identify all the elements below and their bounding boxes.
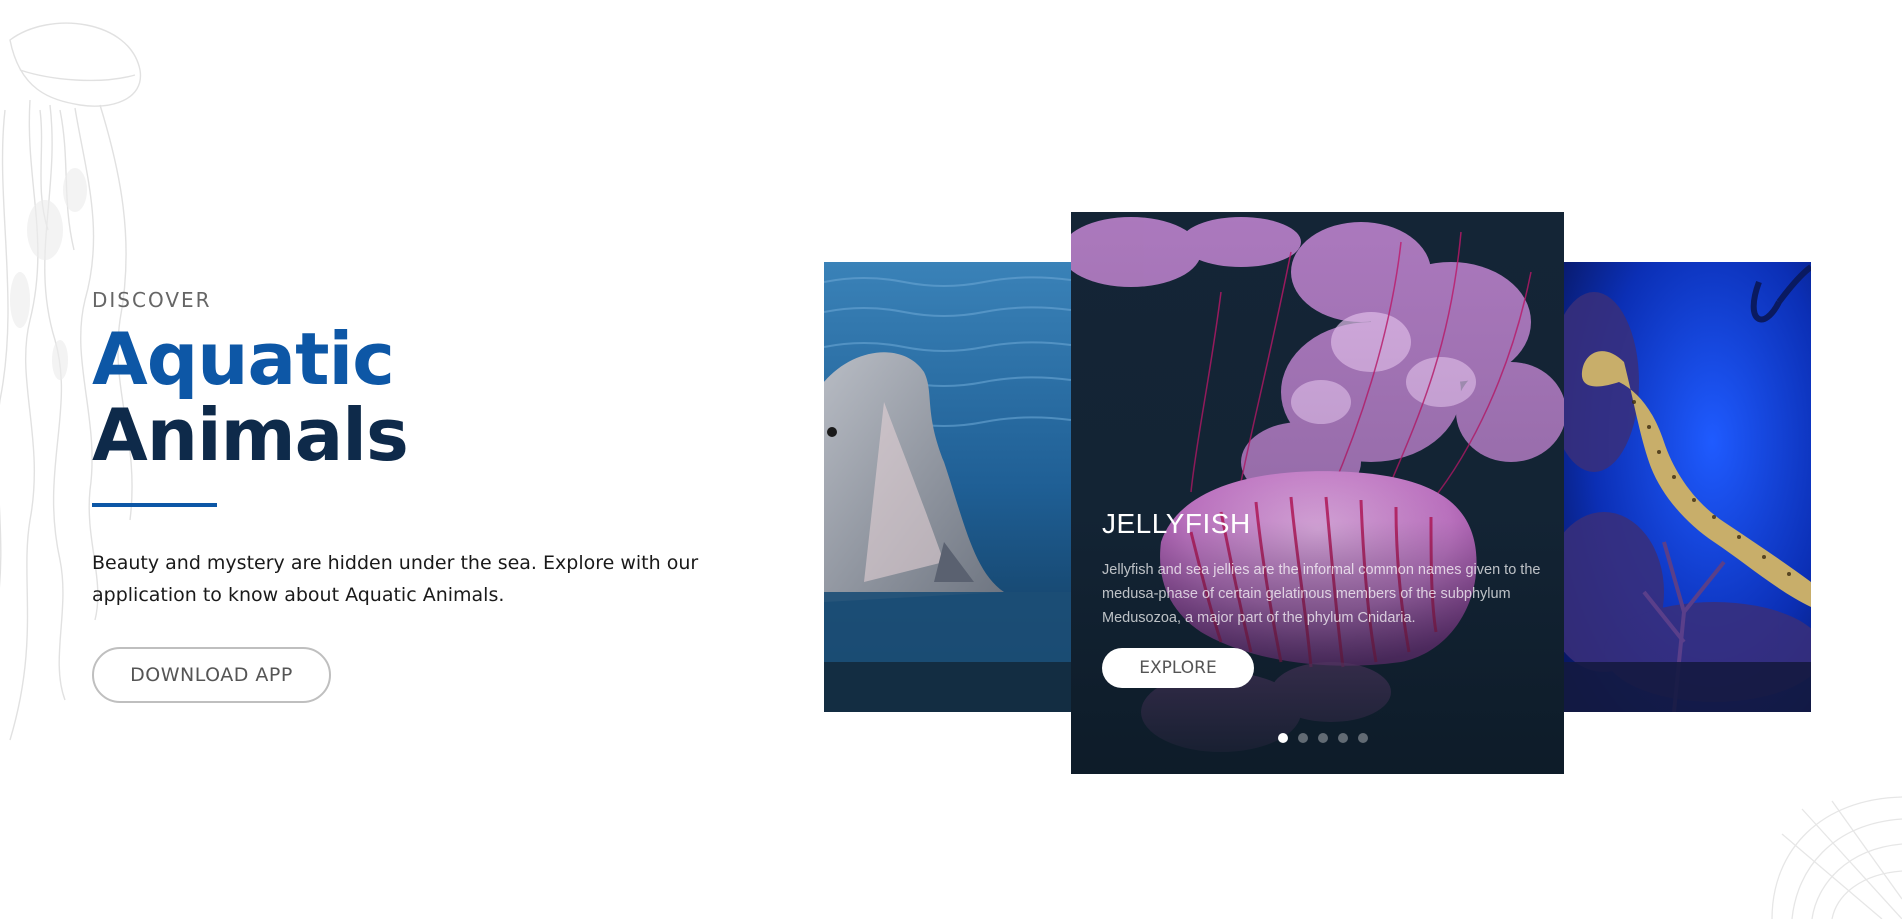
hero-eyebrow: DISCOVER [92,288,212,312]
slide-dolphin[interactable] [824,262,1071,712]
slide-seahorse[interactable] [1564,262,1811,712]
explore-button[interactable]: EXPLORE [1102,648,1254,688]
pagination-dot-4[interactable] [1337,733,1348,743]
hero-title-part2: Animals [92,392,409,477]
hero-title-part1: Aquatic [92,317,395,401]
hero-description: Beauty and mystery are hidden under the … [92,552,699,607]
shell-decoration-icon [1771,796,1902,919]
pagination-dot-2[interactable] [1297,733,1308,743]
slide-jellyfish-active: JELLYFISH Jellyfish and sea jellies are … [1071,212,1564,774]
dolphin-image [824,262,1071,712]
jellyfish-image [1071,212,1564,774]
seahorse-image [1564,262,1811,712]
slide-description: Jellyfish and sea jellies are the inform… [1102,562,1541,626]
pagination-dot-1[interactable] [1277,733,1288,743]
slide-content: JELLYFISH Jellyfish and sea jellies are … [1102,508,1542,688]
pagination-dot-3[interactable] [1317,733,1328,743]
hero-section: DISCOVER Aquatic Animals Beauty and myst… [92,288,732,704]
pagination-dot-5[interactable] [1357,733,1368,743]
title-underline [92,503,217,508]
hero-title: Aquatic Animals [92,321,732,473]
slider-pagination [1071,733,1564,743]
download-app-button[interactable]: DOWNLOAD APP [92,647,331,704]
slide-title: JELLYFISH [1102,508,1251,539]
